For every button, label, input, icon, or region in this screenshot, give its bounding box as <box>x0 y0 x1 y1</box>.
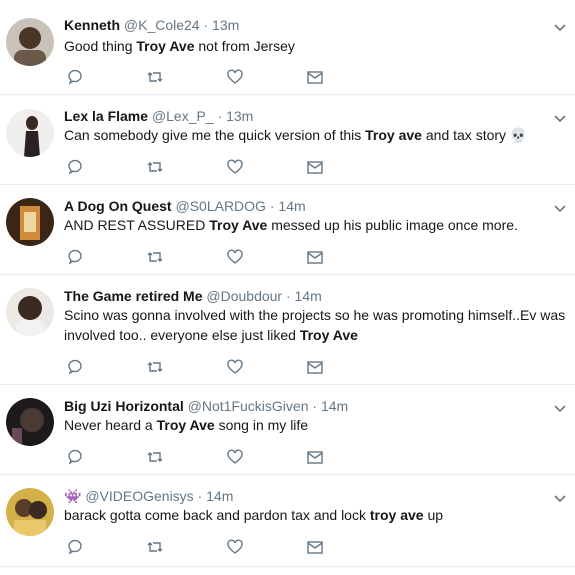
tweet[interactable]: Lex la Flame @Lex_P_ · 13m Can somebody … <box>0 95 575 185</box>
like-icon[interactable] <box>226 248 244 266</box>
retweet-icon[interactable] <box>146 68 164 86</box>
handle[interactable]: @Not1FuckisGiven <box>188 398 309 414</box>
display-name[interactable]: Big Uzi Horizontal <box>64 398 184 414</box>
reply-icon[interactable] <box>66 158 84 176</box>
text-segment: barack gotta come back and pardon tax an… <box>64 507 370 523</box>
handle[interactable]: @K_Cole24 <box>124 17 200 33</box>
tweet[interactable]: Kenneth @K_Cole24 · 13m Good thing Troy … <box>0 0 575 95</box>
dm-icon[interactable] <box>306 538 324 556</box>
reply-icon[interactable] <box>66 248 84 266</box>
avatar[interactable] <box>6 198 54 246</box>
dm-icon[interactable] <box>306 448 324 466</box>
timestamp[interactable]: 13m <box>226 108 253 124</box>
tweet-text: AND REST ASSURED Troy Ave messed up his … <box>64 215 564 235</box>
highlighted-term: troy ave <box>369 507 424 523</box>
separator: · <box>203 17 209 33</box>
display-name[interactable]: A Dog On Quest <box>64 198 172 214</box>
tweet-text: Never heard a Troy Ave song in my life <box>64 415 564 435</box>
timestamp[interactable]: 14m <box>206 488 233 504</box>
tweet-header: A Dog On Quest @S0LARDOG · 14m <box>64 197 306 215</box>
avatar[interactable] <box>6 109 54 157</box>
tweet[interactable]: A Dog On Quest @S0LARDOG · 14m AND REST … <box>0 185 575 275</box>
handle[interactable]: @VIDEOGenisys <box>85 488 193 504</box>
timestamp[interactable]: 14m <box>295 288 322 304</box>
tweet-header: 👾 @VIDEOGenisys · 14m <box>64 487 233 505</box>
text-segment: up <box>423 507 444 523</box>
retweet-icon[interactable] <box>146 538 164 556</box>
tweet[interactable]: The Game retired Me @Doubdour · 14m Scin… <box>0 275 575 385</box>
text-segment: Can somebody give me the quick version o… <box>64 127 366 143</box>
text-segment: involved too.. everyone else just liked <box>64 327 300 343</box>
retweet-icon[interactable] <box>146 248 164 266</box>
tweet-header: Kenneth @K_Cole24 · 13m <box>64 16 239 34</box>
reply-icon[interactable] <box>66 448 84 466</box>
dm-icon[interactable] <box>306 358 324 376</box>
avatar[interactable] <box>6 398 54 446</box>
text-segment: Good thing <box>64 38 137 54</box>
avatar[interactable] <box>6 18 54 66</box>
avatar[interactable] <box>6 288 54 336</box>
tweet-text: Good thing Troy Ave not from Jersey <box>64 36 564 56</box>
chevron-down-icon[interactable] <box>553 401 567 415</box>
text-segment: AND REST ASSURED <box>64 217 210 233</box>
retweet-icon[interactable] <box>146 358 164 376</box>
highlighted-term: Troy ave <box>365 127 422 143</box>
reply-icon[interactable] <box>66 68 84 86</box>
chevron-down-icon[interactable] <box>553 20 567 34</box>
text-line: involved too.. everyone else just liked … <box>64 325 564 345</box>
tweet-header: The Game retired Me @Doubdour · 14m <box>64 287 322 305</box>
dm-icon[interactable] <box>306 68 324 86</box>
display-name[interactable]: Lex la Flame <box>64 108 148 124</box>
like-icon[interactable] <box>226 158 244 176</box>
tweet-text: Can somebody give me the quick version o… <box>64 125 564 145</box>
tweet-text: barack gotta come back and pardon tax an… <box>64 505 564 525</box>
reply-icon[interactable] <box>66 538 84 556</box>
text-segment: song in my life <box>214 417 309 433</box>
separator: · <box>269 198 275 214</box>
retweet-icon[interactable] <box>146 448 164 466</box>
chevron-down-icon[interactable] <box>553 201 567 215</box>
tweet[interactable]: Big Uzi Horizontal @Not1FuckisGiven · 14… <box>0 385 575 475</box>
handle[interactable]: @Lex_P_ <box>152 108 214 124</box>
text-segment: and tax story <box>421 127 510 143</box>
tweet-header: Big Uzi Horizontal @Not1FuckisGiven · 14… <box>64 397 348 415</box>
separator: · <box>197 488 203 504</box>
highlighted-term: Troy Ave <box>136 38 195 54</box>
reply-icon[interactable] <box>66 358 84 376</box>
handle[interactable]: @Doubdour <box>206 288 282 304</box>
chevron-down-icon[interactable] <box>553 111 567 125</box>
separator: · <box>217 108 223 124</box>
text-segment: not from Jersey <box>194 38 295 54</box>
tweet-text: Scino was gonna involved with the projec… <box>64 305 566 345</box>
timestamp[interactable]: 14m <box>321 398 348 414</box>
display-name[interactable]: 👾 <box>64 488 81 504</box>
like-icon[interactable] <box>226 358 244 376</box>
highlighted-term: Troy Ave <box>156 417 215 433</box>
like-icon[interactable] <box>226 448 244 466</box>
timestamp[interactable]: 13m <box>212 17 239 33</box>
retweet-icon[interactable] <box>146 158 164 176</box>
separator: · <box>285 288 291 304</box>
timestamp[interactable]: 14m <box>278 198 305 214</box>
display-name[interactable]: Kenneth <box>64 17 120 33</box>
avatar[interactable] <box>6 488 54 536</box>
chevron-down-icon[interactable] <box>553 491 567 505</box>
skull-emoji: 💀 <box>509 127 528 143</box>
handle[interactable]: @S0LARDOG <box>175 198 265 214</box>
dm-icon[interactable] <box>306 158 324 176</box>
dm-icon[interactable] <box>306 248 324 266</box>
text-segment: Never heard a <box>64 417 157 433</box>
tweet[interactable]: 👾 @VIDEOGenisys · 14m barack gotta come … <box>0 475 575 567</box>
like-icon[interactable] <box>226 68 244 86</box>
highlighted-term: Troy Ave <box>209 217 268 233</box>
highlighted-term: Troy Ave <box>299 327 358 343</box>
separator: · <box>312 398 318 414</box>
display-name[interactable]: The Game retired Me <box>64 288 203 304</box>
like-icon[interactable] <box>226 538 244 556</box>
text-line: Scino was gonna involved with the projec… <box>64 307 566 323</box>
tweet-header: Lex la Flame @Lex_P_ · 13m <box>64 107 253 125</box>
text-segment: messed up his public image once more. <box>267 217 518 233</box>
